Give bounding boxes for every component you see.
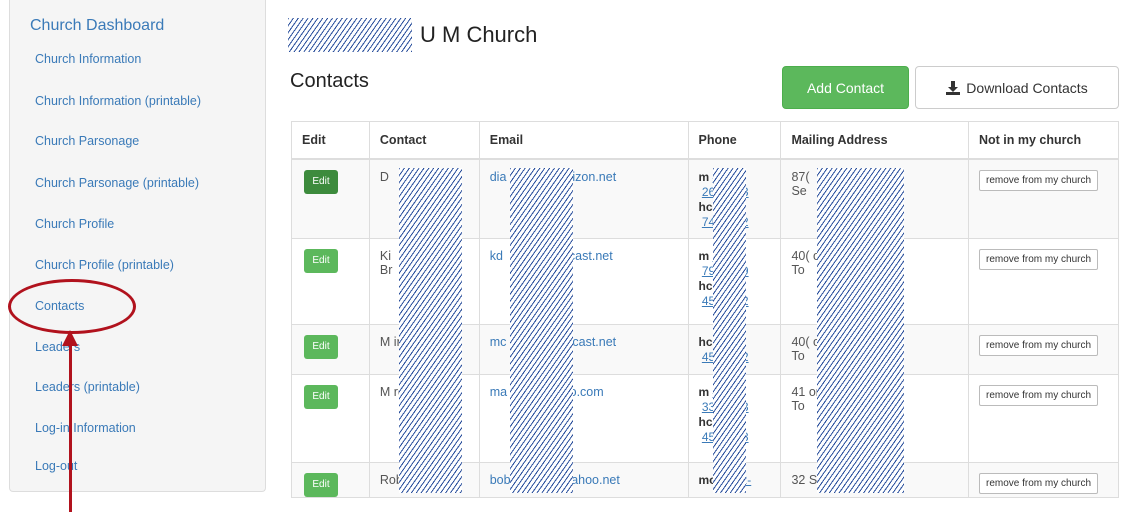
church-name-heading: U M Church <box>288 18 538 52</box>
cell-not-in-church: remove from my church <box>968 462 1119 498</box>
download-icon <box>946 80 961 95</box>
redacted-block <box>288 18 412 52</box>
cell-edit: Edit <box>291 238 370 325</box>
edit-button[interactable]: Edit <box>304 385 338 409</box>
sidebar-title[interactable]: Church Dashboard <box>30 17 164 35</box>
edit-button[interactable]: Edit <box>304 473 338 497</box>
phone-type-label: m <box>698 249 710 263</box>
page: Church Dashboard Church Information Chur… <box>0 0 1126 512</box>
column-header-not-in-my-church: Not in my church <box>968 121 1119 160</box>
contact-name: D <box>379 169 389 184</box>
column-header-contact: Contact <box>368 121 480 160</box>
cell-edit: Edit <box>291 462 370 498</box>
cell-not-in-church: remove from my church <box>968 238 1119 325</box>
remove-from-church-button[interactable]: remove from my church <box>979 473 1099 494</box>
sidebar: Church Dashboard <box>9 0 266 492</box>
edit-button[interactable]: Edit <box>304 335 338 359</box>
annotation-circle <box>8 279 136 334</box>
phone-type-label: hc <box>698 335 713 349</box>
phone-type-label: hc <box>698 199 713 214</box>
remove-from-church-button[interactable]: remove from my church <box>979 385 1099 406</box>
column-header-phone: Phone <box>687 121 782 160</box>
remove-from-church-button[interactable]: remove from my church <box>979 249 1099 270</box>
column-header-email: Email <box>478 121 689 160</box>
redacted-block <box>817 168 904 493</box>
edit-button[interactable]: Edit <box>304 169 338 194</box>
column-header-mailing-address: Mailing Address <box>780 121 969 160</box>
remove-from-church-button[interactable]: remove from my church <box>979 169 1099 191</box>
sidebar-item-church-information[interactable]: Church Information <box>35 52 141 66</box>
cell-not-in-church: remove from my church <box>968 374 1119 463</box>
redacted-block <box>399 168 462 493</box>
download-contacts-label: Download Contacts <box>966 79 1088 96</box>
sidebar-item-church-information-printable[interactable]: Church Information (printable) <box>35 94 201 108</box>
cell-not-in-church: remove from my church <box>968 324 1119 375</box>
annotation-arrow-line <box>69 342 72 512</box>
remove-from-church-button[interactable]: remove from my church <box>979 335 1099 356</box>
redacted-block <box>713 168 746 493</box>
download-contacts-button[interactable]: Download Contacts <box>915 66 1119 109</box>
page-title: Contacts <box>290 70 369 92</box>
cell-edit: Edit <box>291 158 370 239</box>
sidebar-item-church-parsonage[interactable]: Church Parsonage <box>35 134 139 148</box>
mailing-address: 87( Se <box>791 169 810 198</box>
phone-type-label: m <box>698 385 710 399</box>
edit-button[interactable]: Edit <box>304 249 338 273</box>
phone-type-label: hc <box>698 415 713 429</box>
column-header-edit: Edit <box>291 121 370 160</box>
phone-type-label: m <box>698 169 710 184</box>
contact-name: Ki Br <box>379 249 393 277</box>
sidebar-item-church-profile[interactable]: Church Profile <box>35 217 114 231</box>
cell-not-in-church: remove from my church <box>968 158 1119 239</box>
cell-edit: Edit <box>291 374 370 463</box>
sidebar-item-leaders-printable[interactable]: Leaders (printable) <box>35 380 140 394</box>
sidebar-item-church-profile-printable[interactable]: Church Profile (printable) <box>35 258 174 272</box>
sidebar-item-login-information[interactable]: Log-in Information <box>35 421 136 435</box>
sidebar-item-church-parsonage-printable[interactable]: Church Parsonage (printable) <box>35 176 199 190</box>
church-name-text: U M Church <box>420 22 538 47</box>
add-contact-button[interactable]: Add Contact <box>782 66 909 109</box>
phone-type-label: hc <box>698 279 713 293</box>
cell-edit: Edit <box>291 324 370 375</box>
redacted-block <box>510 168 573 493</box>
table-header-row: Edit Contact Email Phone Mailing Address… <box>291 121 1119 160</box>
